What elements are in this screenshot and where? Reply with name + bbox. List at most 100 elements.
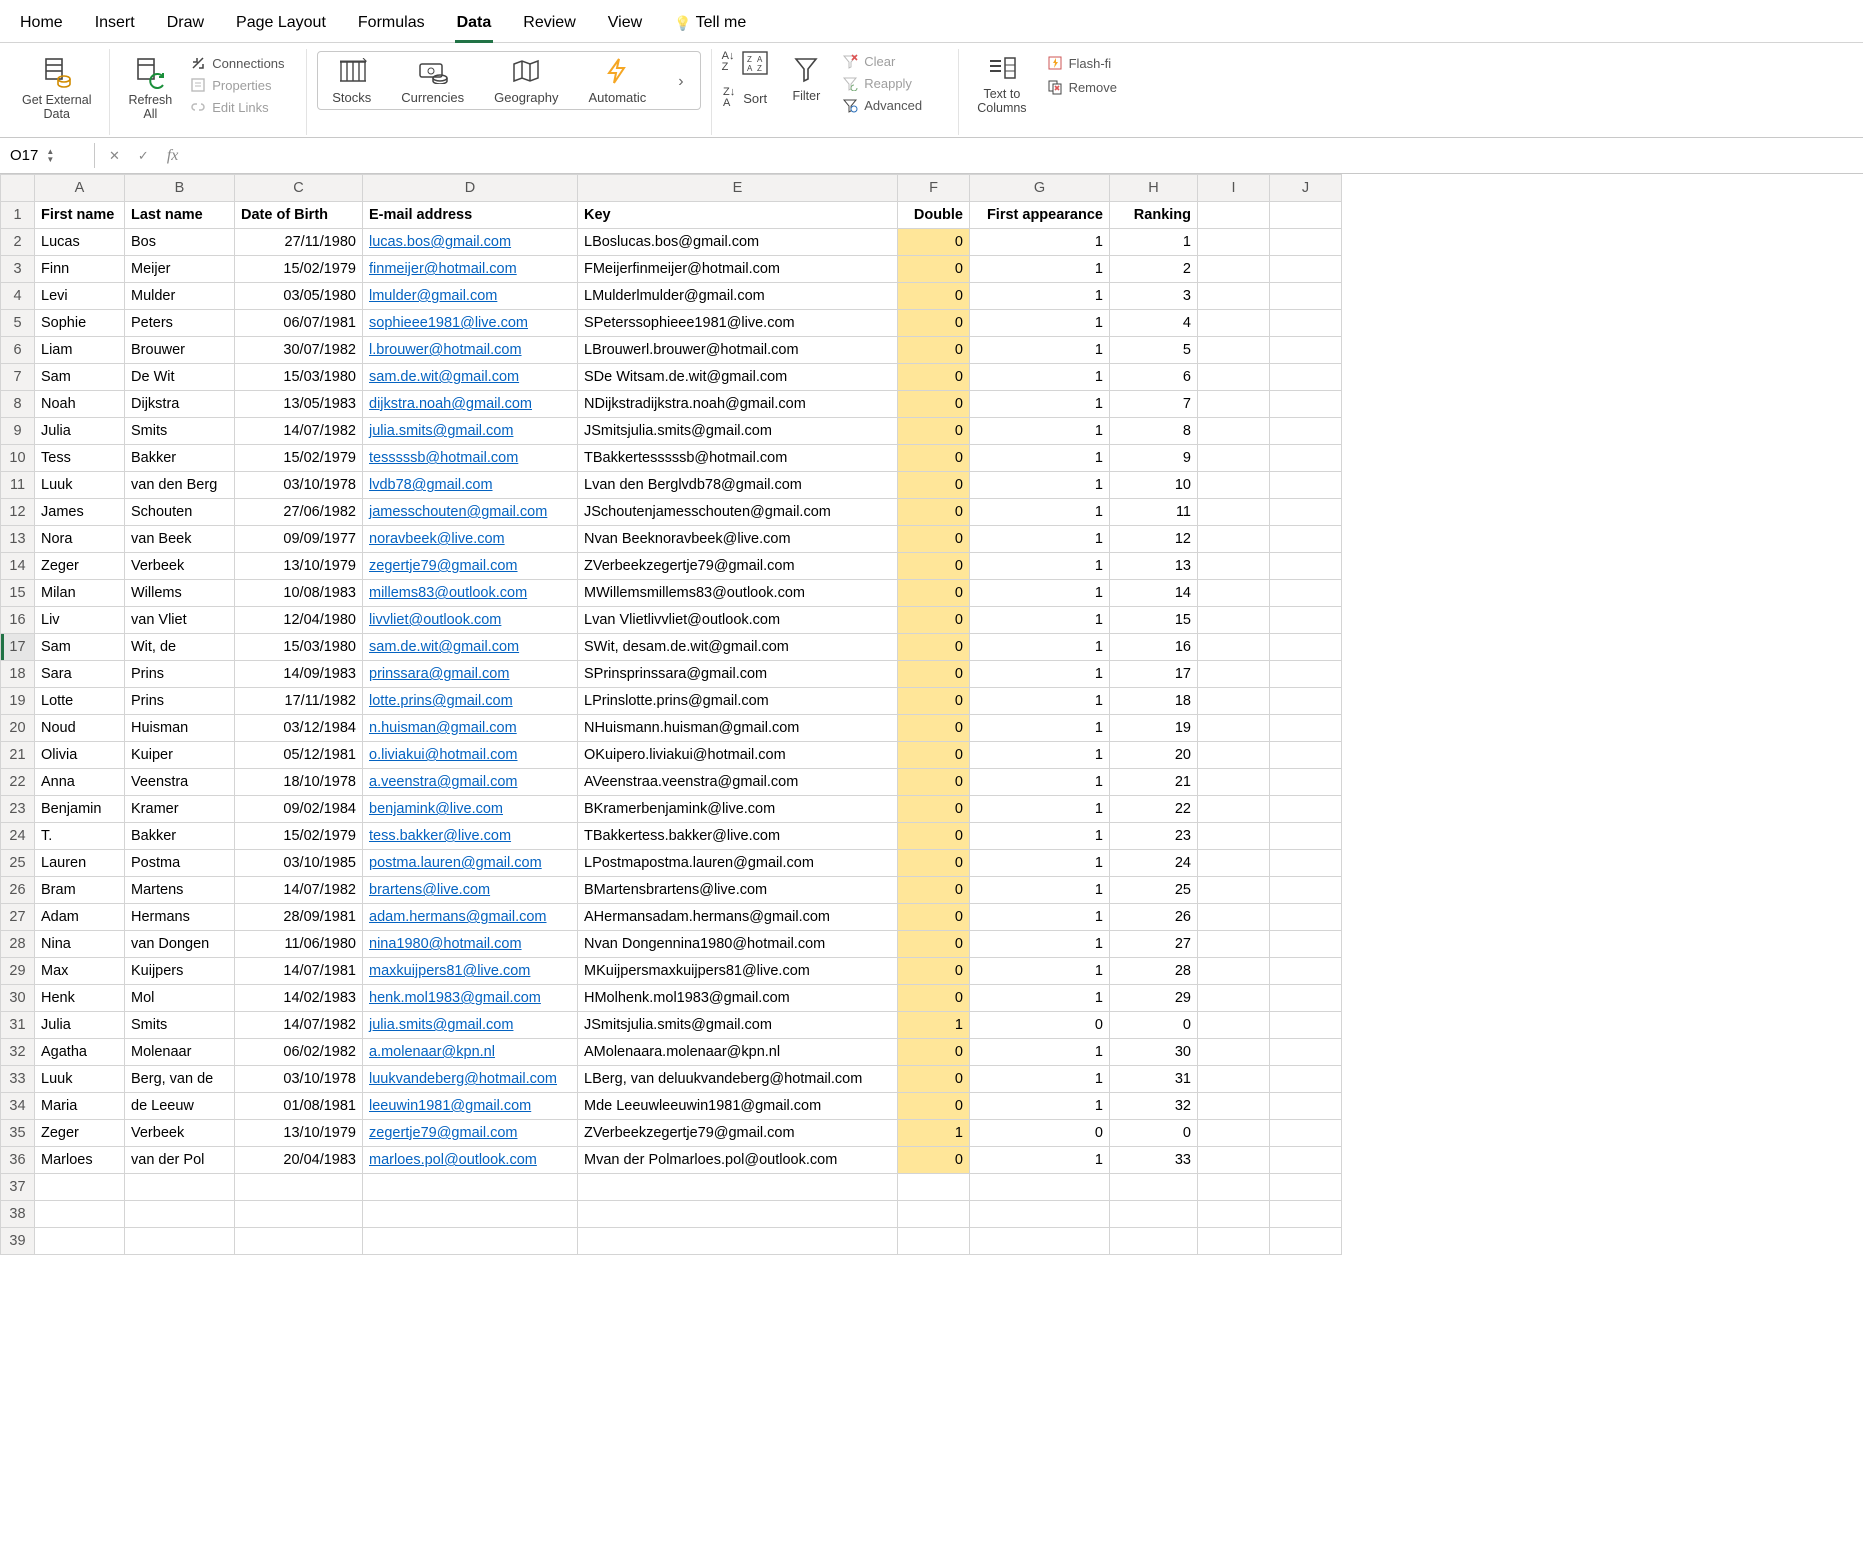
row-header[interactable]: 21	[1, 742, 35, 769]
cell[interactable]: JSmitsjulia.smits@gmail.com	[578, 1012, 898, 1039]
cell[interactable]: Veenstra	[125, 769, 235, 796]
email-link[interactable]: lvdb78@gmail.com	[369, 477, 493, 493]
sort-dialog-button[interactable]: ZAAZ	[742, 51, 768, 75]
cell[interactable]	[970, 1174, 1110, 1201]
cell[interactable]	[1270, 958, 1342, 985]
cell[interactable]	[1270, 283, 1342, 310]
cell[interactable]: Nina	[35, 931, 125, 958]
cell[interactable]: James	[35, 499, 125, 526]
cell[interactable]: 17/11/1982	[235, 688, 363, 715]
cell[interactable]	[1198, 1012, 1270, 1039]
cell[interactable]: 1	[970, 823, 1110, 850]
cell[interactable]: julia.smits@gmail.com	[363, 1012, 578, 1039]
cell[interactable]: noravbeek@live.com	[363, 526, 578, 553]
cell[interactable]	[235, 1228, 363, 1255]
cell[interactable]	[1270, 904, 1342, 931]
col-header-C[interactable]: C	[235, 175, 363, 202]
cell[interactable]: 0	[898, 985, 970, 1012]
cell[interactable]: 0	[898, 607, 970, 634]
cell[interactable]: Kuijpers	[125, 958, 235, 985]
get-external-data-button[interactable]: Get ExternalData	[14, 51, 99, 126]
cell[interactable]: Date of Birth	[235, 202, 363, 229]
cell[interactable]: Nvan Dongennina1980@hotmail.com	[578, 931, 898, 958]
row-header[interactable]: 5	[1, 310, 35, 337]
cell[interactable]: 15/02/1979	[235, 256, 363, 283]
cell[interactable]	[1198, 1120, 1270, 1147]
cell[interactable]: Huisman	[125, 715, 235, 742]
row-header[interactable]: 34	[1, 1093, 35, 1120]
cell[interactable]: Postma	[125, 850, 235, 877]
cell[interactable]: AMolenaara.molenaar@kpn.nl	[578, 1039, 898, 1066]
cell[interactable]: 01/08/1981	[235, 1093, 363, 1120]
cell[interactable]: E-mail address	[363, 202, 578, 229]
cell[interactable]: FMeijerfinmeijer@hotmail.com	[578, 256, 898, 283]
row-header[interactable]: 32	[1, 1039, 35, 1066]
cell[interactable]	[1198, 229, 1270, 256]
cell[interactable]: Liam	[35, 337, 125, 364]
cell[interactable]: 28	[1110, 958, 1198, 985]
cell[interactable]: 0	[898, 580, 970, 607]
cell[interactable]	[1270, 823, 1342, 850]
cell[interactable]: 20	[1110, 742, 1198, 769]
cell[interactable]	[1198, 310, 1270, 337]
row-header[interactable]: 18	[1, 661, 35, 688]
cell[interactable]: tess.bakker@live.com	[363, 823, 578, 850]
cell[interactable]: 8	[1110, 418, 1198, 445]
cell[interactable]	[1198, 283, 1270, 310]
cell[interactable]: 1	[970, 391, 1110, 418]
cell[interactable]: 0	[898, 796, 970, 823]
cell[interactable]: TBakkertess.bakker@live.com	[578, 823, 898, 850]
cell[interactable]	[1198, 337, 1270, 364]
cell[interactable]: 10	[1110, 472, 1198, 499]
cell[interactable]: Julia	[35, 418, 125, 445]
cell[interactable]	[1198, 823, 1270, 850]
cell[interactable]: SPeterssophieee1981@live.com	[578, 310, 898, 337]
cell[interactable]	[1198, 1093, 1270, 1120]
cell[interactable]: van Vliet	[125, 607, 235, 634]
email-link[interactable]: zegertje79@gmail.com	[369, 558, 518, 574]
cell[interactable]	[1270, 553, 1342, 580]
cell[interactable]	[1198, 391, 1270, 418]
cell[interactable]: finmeijer@hotmail.com	[363, 256, 578, 283]
cell[interactable]	[1270, 1228, 1342, 1255]
email-link[interactable]: o.liviakui@hotmail.com	[369, 747, 518, 763]
cell[interactable]: NDijkstradijkstra.noah@gmail.com	[578, 391, 898, 418]
cell[interactable]: Berg, van de	[125, 1066, 235, 1093]
email-link[interactable]: lucas.bos@gmail.com	[369, 234, 511, 250]
cell[interactable]: 0	[898, 445, 970, 472]
sort-za-button[interactable]: Z↓A	[723, 87, 735, 109]
cell[interactable]	[1270, 580, 1342, 607]
cell[interactable]: 30	[1110, 1039, 1198, 1066]
cell[interactable]	[35, 1174, 125, 1201]
cell[interactable]	[125, 1201, 235, 1228]
cell[interactable]	[1198, 769, 1270, 796]
row-header[interactable]: 33	[1, 1066, 35, 1093]
cell[interactable]: 1	[970, 364, 1110, 391]
tab-home[interactable]: Home	[18, 8, 65, 42]
cell[interactable]: nina1980@hotmail.com	[363, 931, 578, 958]
cell[interactable]: n.huisman@gmail.com	[363, 715, 578, 742]
cell[interactable]: 1	[970, 958, 1110, 985]
cell[interactable]	[1270, 499, 1342, 526]
cell[interactable]	[1270, 931, 1342, 958]
cell[interactable]: Verbeek	[125, 553, 235, 580]
cell[interactable]: 1	[970, 661, 1110, 688]
geography-type[interactable]: Geography	[494, 58, 558, 105]
cell[interactable]: 05/12/1981	[235, 742, 363, 769]
cell[interactable]: Anna	[35, 769, 125, 796]
cell[interactable]	[1270, 229, 1342, 256]
cell[interactable]: 0	[898, 877, 970, 904]
email-link[interactable]: luukvandeberg@hotmail.com	[369, 1071, 557, 1087]
cell[interactable]	[1270, 1201, 1342, 1228]
row-header[interactable]: 16	[1, 607, 35, 634]
cell[interactable]	[898, 1228, 970, 1255]
cell[interactable]: 1	[970, 985, 1110, 1012]
cell[interactable]	[1270, 1066, 1342, 1093]
filter-button[interactable]: Filter	[784, 51, 828, 107]
cell[interactable]: 0	[970, 1120, 1110, 1147]
cell[interactable]: 0	[898, 1093, 970, 1120]
cell[interactable]: Olivia	[35, 742, 125, 769]
row-header[interactable]: 1	[1, 202, 35, 229]
accept-formula-icon[interactable]: ✓	[138, 148, 149, 164]
cell[interactable]: 20/04/1983	[235, 1147, 363, 1174]
